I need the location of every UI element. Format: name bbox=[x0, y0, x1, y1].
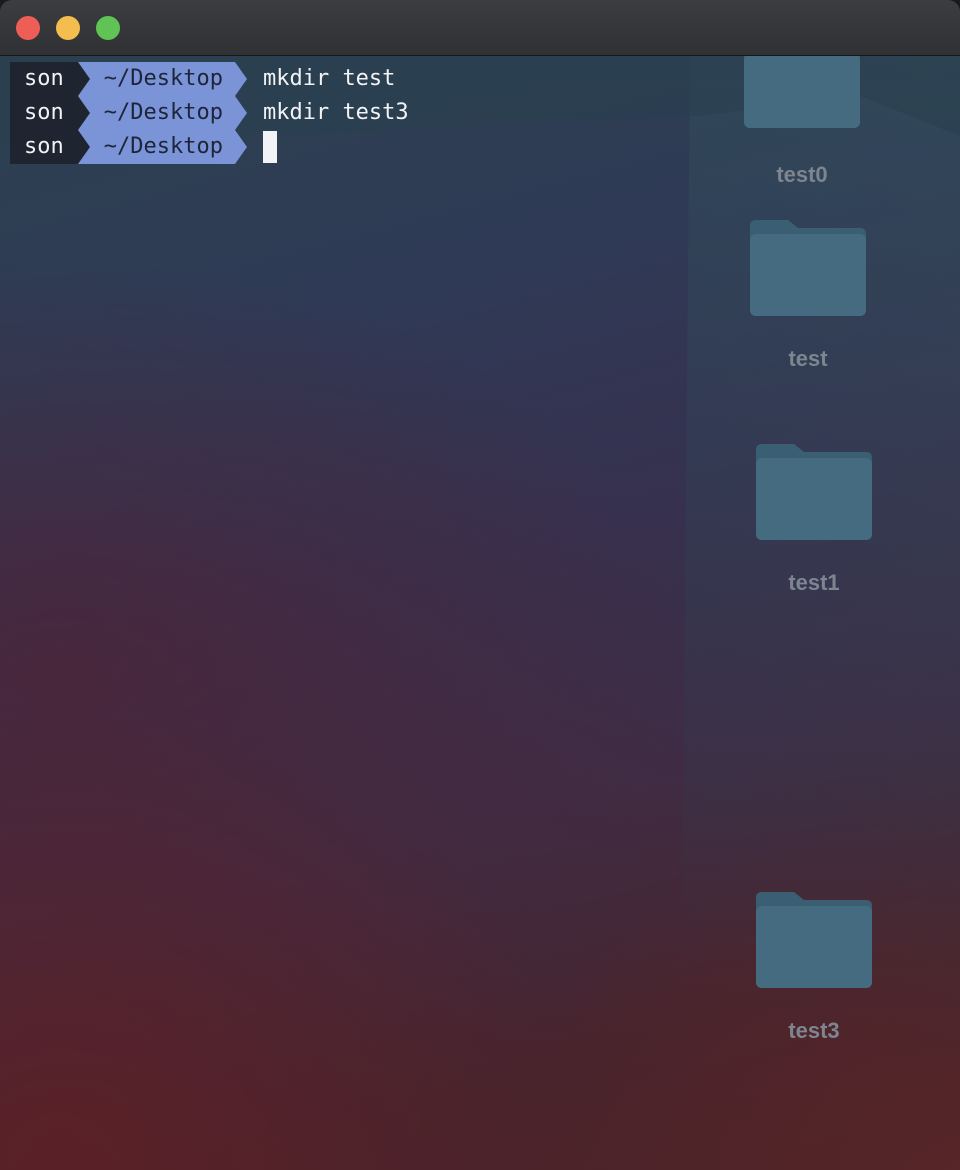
folder-icon bbox=[756, 892, 872, 988]
prompt-user: son bbox=[10, 96, 78, 130]
title-bar[interactable] bbox=[0, 0, 960, 56]
folder-icon bbox=[756, 444, 872, 540]
prompt-line: son ~/Desktop mkdir test bbox=[10, 62, 409, 96]
folder-label: test1 bbox=[788, 570, 840, 595]
terminal-window: test0 test test1 test3 son ~/Desktop mkd… bbox=[0, 0, 960, 1170]
terminal-content[interactable]: test0 test test1 test3 son ~/Desktop mkd… bbox=[0, 56, 960, 1170]
folder-icon bbox=[750, 220, 866, 316]
folder-label: test3 bbox=[788, 1018, 840, 1043]
folder-label: test bbox=[788, 346, 828, 371]
command-text: mkdir test3 bbox=[262, 100, 409, 125]
prompt-directory: ~/Desktop bbox=[89, 130, 235, 164]
prompt-arrow bbox=[234, 96, 247, 130]
prompt-separator bbox=[77, 130, 90, 164]
terminal-output[interactable]: son ~/Desktop mkdir test son ~/Desktop m… bbox=[10, 62, 409, 164]
prompt-line-active[interactable]: son ~/Desktop bbox=[10, 130, 409, 164]
zoom-button[interactable] bbox=[96, 16, 120, 40]
minimize-button[interactable] bbox=[56, 16, 80, 40]
text-cursor[interactable] bbox=[262, 131, 277, 163]
prompt-separator bbox=[77, 62, 90, 96]
command-text: mkdir test bbox=[262, 66, 396, 91]
prompt-arrow bbox=[234, 130, 247, 164]
prompt-arrow bbox=[234, 62, 247, 96]
prompt-directory: ~/Desktop bbox=[89, 96, 235, 130]
prompt-directory: ~/Desktop bbox=[89, 62, 235, 96]
prompt-user: son bbox=[10, 130, 78, 164]
close-button[interactable] bbox=[16, 16, 40, 40]
prompt-line: son ~/Desktop mkdir test3 bbox=[10, 96, 409, 130]
folder-icon bbox=[744, 56, 860, 128]
prompt-separator bbox=[77, 96, 90, 130]
folder-label: test0 bbox=[776, 162, 828, 187]
prompt-user: son bbox=[10, 62, 78, 96]
